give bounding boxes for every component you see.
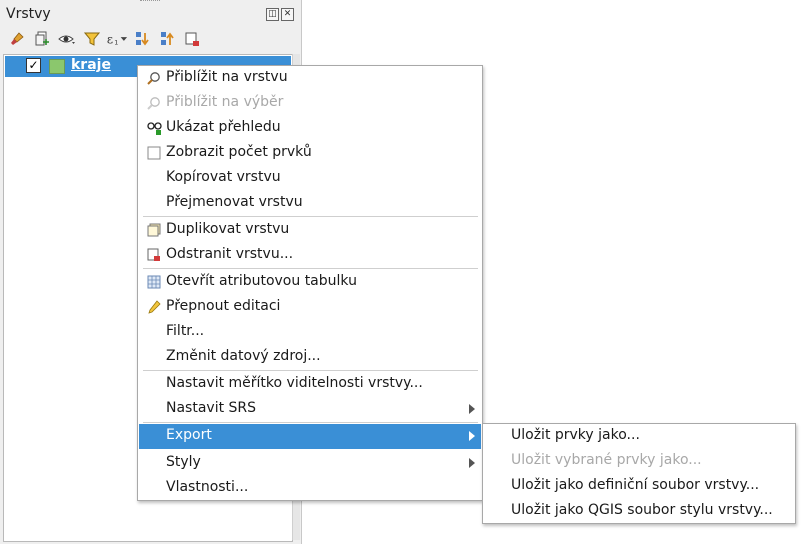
menu-item-change-data-source[interactable]: Změnit datový zdroj... xyxy=(139,345,481,370)
menu-item-label: Přejmenovat vrstvu xyxy=(166,194,303,210)
menu-item-filter[interactable]: Filtr... xyxy=(139,320,481,345)
menu-item-label: Kopírovat vrstvu xyxy=(166,169,281,185)
attribute-table-icon xyxy=(147,275,161,289)
menu-item-zoom-selection[interactable]: Přiblížit na výběr xyxy=(139,91,481,116)
menu-item-label: Přiblížit na vrstvu xyxy=(166,69,288,85)
menu-item-label: Export xyxy=(166,427,212,443)
dock-grip[interactable] xyxy=(140,0,160,4)
submenu-arrow-icon xyxy=(469,431,475,441)
menu-item-label: Vlastnosti... xyxy=(166,479,249,495)
remove-layer-icon[interactable] xyxy=(181,28,203,50)
add-group-icon[interactable] xyxy=(31,28,53,50)
menu-item-show-feature-count[interactable]: Zobrazit počet prvků xyxy=(139,141,481,166)
close-panel-button[interactable]: ✕ xyxy=(281,8,294,21)
duplicate-layer-icon xyxy=(147,223,161,237)
svg-text:1: 1 xyxy=(114,39,118,47)
menu-item-label: Nastavit SRS xyxy=(166,400,257,416)
visibility-eye-icon[interactable] xyxy=(56,28,78,50)
zoom-layer-icon xyxy=(147,71,161,85)
layer-name: kraje xyxy=(71,57,111,73)
menu-item-label: Otevřít atributovou tabulku xyxy=(166,273,357,289)
menu-item-duplicate-layer[interactable]: Duplikovat vrstvu xyxy=(139,218,481,243)
menu-separator xyxy=(143,216,478,217)
export-submenu: Uložit prvky jako... Uložit vybrané prvk… xyxy=(482,423,796,524)
checkbox-icon xyxy=(147,146,161,160)
menu-item-save-selected-features-as[interactable]: Uložit vybrané prvky jako... xyxy=(484,449,794,474)
menu-item-label: Uložit jako definiční soubor vrstvy... xyxy=(511,477,760,493)
overview-icon xyxy=(147,121,162,135)
menu-item-remove-layer[interactable]: Odstranit vrstvu... xyxy=(139,243,481,268)
menu-item-label: Uložit jako QGIS soubor stylu vrstvy... xyxy=(511,502,773,518)
menu-item-toggle-editing[interactable]: Přepnout editaci xyxy=(139,295,481,320)
menu-item-label: Nastavit měřítko viditelnosti vrstvy... xyxy=(166,375,423,391)
menu-item-properties[interactable]: Vlastnosti... xyxy=(139,476,481,501)
menu-item-styles[interactable]: Styly xyxy=(139,451,481,476)
menu-item-label: Přiblížit na výběr xyxy=(166,94,284,110)
menu-item-export[interactable]: Export xyxy=(139,424,481,449)
menu-separator xyxy=(143,370,478,371)
panel-title: Vrstvy xyxy=(6,6,51,22)
zoom-selection-icon xyxy=(147,96,161,110)
menu-item-label: Filtr... xyxy=(166,323,205,339)
submenu-arrow-icon xyxy=(469,404,475,414)
svg-text:ε: ε xyxy=(107,33,113,47)
menu-item-save-qgis-style[interactable]: Uložit jako QGIS soubor stylu vrstvy... xyxy=(484,499,794,524)
menu-item-label: Styly xyxy=(166,454,201,470)
layer-visibility-checkbox[interactable]: ✓ xyxy=(26,58,41,73)
collapse-all-icon[interactable] xyxy=(156,28,178,50)
menu-item-label: Zobrazit počet prvků xyxy=(166,144,312,160)
expand-all-icon[interactable] xyxy=(131,28,153,50)
pencil-icon xyxy=(147,300,161,314)
layer-symbol-swatch xyxy=(49,59,65,74)
menu-item-zoom-layer[interactable]: Přiblížit na vrstvu xyxy=(139,66,481,91)
menu-item-label: Uložit vybrané prvky jako... xyxy=(511,452,702,468)
menu-item-label: Ukázat přehledu xyxy=(166,119,281,135)
menu-separator xyxy=(143,422,478,423)
menu-item-label: Odstranit vrstvu... xyxy=(166,246,294,262)
style-brush-icon[interactable] xyxy=(6,28,28,50)
submenu-arrow-icon xyxy=(469,458,475,468)
menu-item-label: Přepnout editaci xyxy=(166,298,281,314)
menu-item-copy-layer[interactable]: Kopírovat vrstvu xyxy=(139,166,481,191)
menu-item-label: Duplikovat vrstvu xyxy=(166,221,290,237)
menu-item-show-overview[interactable]: Ukázat přehledu xyxy=(139,116,481,141)
remove-layer-icon xyxy=(147,248,161,262)
menu-separator xyxy=(143,268,478,269)
layers-toolbar: ε1 xyxy=(6,28,203,50)
menu-item-save-features-as[interactable]: Uložit prvky jako... xyxy=(484,424,794,449)
menu-item-label: Uložit prvky jako... xyxy=(511,427,640,443)
layer-context-menu: Přiblížit na vrstvu Přiblížit na výběr U… xyxy=(137,65,483,501)
float-panel-button[interactable]: ◫ xyxy=(266,8,279,21)
menu-item-open-attribute-table[interactable]: Otevřít atributovou tabulku xyxy=(139,270,481,295)
filter-icon[interactable] xyxy=(81,28,103,50)
menu-item-set-scale-visibility[interactable]: Nastavit měřítko viditelnosti vrstvy... xyxy=(139,372,481,397)
expression-filter-icon[interactable]: ε1 xyxy=(106,28,128,50)
menu-item-label: Změnit datový zdroj... xyxy=(166,348,321,364)
menu-item-set-crs[interactable]: Nastavit SRS xyxy=(139,397,481,422)
menu-item-rename-layer[interactable]: Přejmenovat vrstvu xyxy=(139,191,481,216)
menu-item-save-layer-definition[interactable]: Uložit jako definiční soubor vrstvy... xyxy=(484,474,794,499)
